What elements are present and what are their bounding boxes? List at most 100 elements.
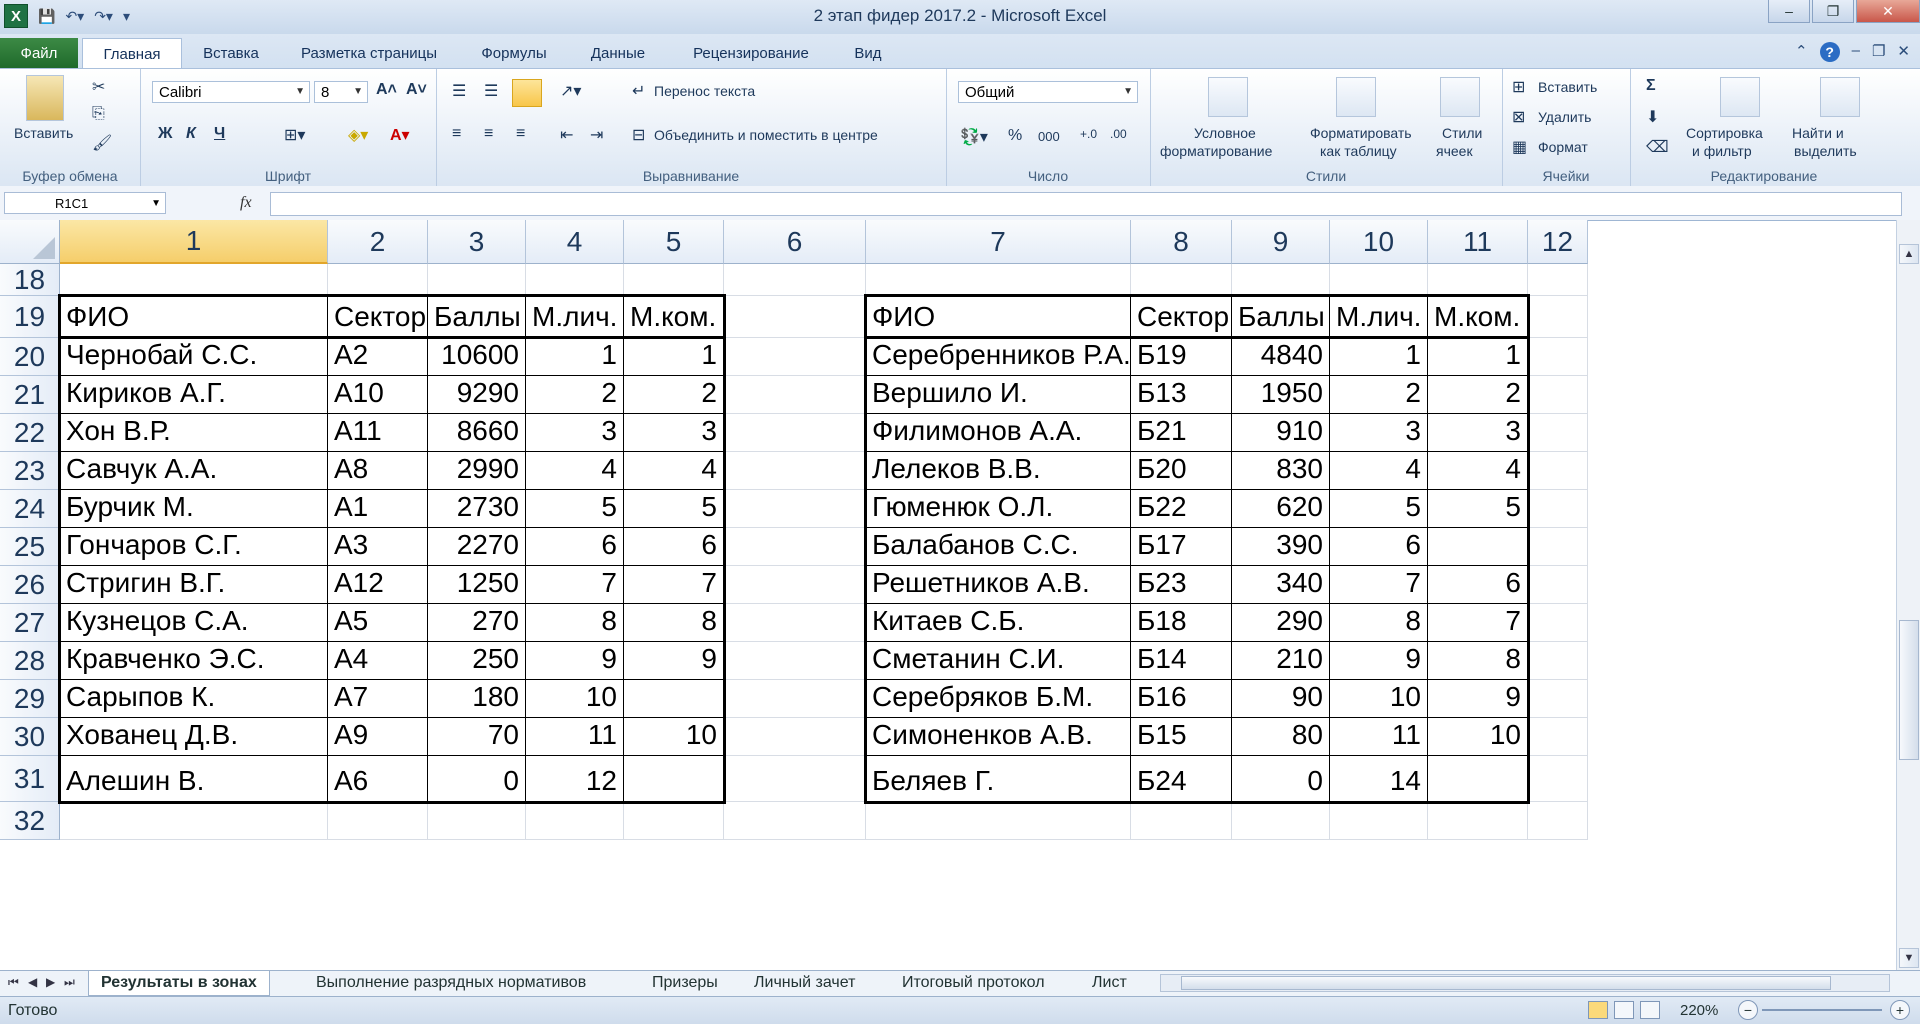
table-cell[interactable]: 10 bbox=[624, 718, 724, 756]
decrease-decimal-icon[interactable]: .00 bbox=[1110, 127, 1127, 141]
vertical-scrollbar[interactable]: ▲ ▼ bbox=[1896, 220, 1920, 970]
table-cell[interactable]: 1 bbox=[1428, 338, 1528, 376]
table-cell[interactable]: А10 bbox=[328, 376, 428, 414]
cell-styles-label2[interactable]: ячеек bbox=[1436, 143, 1473, 159]
cell[interactable] bbox=[428, 802, 526, 840]
table-header-cell[interactable]: Сектор bbox=[328, 296, 428, 338]
cell[interactable] bbox=[1232, 264, 1330, 296]
table-cell[interactable]: 3 bbox=[1428, 414, 1528, 452]
table-cell[interactable]: Кузнецов С.А. bbox=[60, 604, 328, 642]
increase-decimal-icon[interactable]: +.0 bbox=[1080, 127, 1097, 141]
table-cell[interactable]: Лелеков В.В. bbox=[866, 452, 1131, 490]
table-cell[interactable]: 210 bbox=[1232, 642, 1330, 680]
cell[interactable] bbox=[724, 452, 866, 490]
minimize-ribbon-icon[interactable]: ⌃ bbox=[1795, 42, 1808, 62]
table-header-cell[interactable]: ФИО bbox=[60, 296, 328, 338]
cell[interactable] bbox=[724, 604, 866, 642]
table-cell[interactable]: 8 bbox=[1428, 642, 1528, 680]
cell[interactable] bbox=[1528, 802, 1588, 840]
first-sheet-icon[interactable]: ⏮ bbox=[8, 975, 19, 990]
zoom-slider[interactable] bbox=[1762, 1009, 1882, 1011]
copy-icon[interactable]: ⎘ bbox=[92, 105, 105, 123]
column-header[interactable]: 2 bbox=[328, 220, 428, 264]
table-cell[interactable]: Алешин В. bbox=[60, 756, 328, 802]
table-cell[interactable]: 2730 bbox=[428, 490, 526, 528]
row-header[interactable]: 24 bbox=[0, 490, 60, 528]
table-cell[interactable]: Б19 bbox=[1131, 338, 1232, 376]
cell[interactable] bbox=[60, 264, 328, 296]
align-left-icon[interactable]: ≡ bbox=[452, 125, 461, 143]
table-header-cell[interactable]: М.лич. bbox=[1330, 296, 1428, 338]
find-select-label[interactable]: Найти и bbox=[1792, 125, 1844, 141]
table-cell[interactable]: 2 bbox=[624, 376, 724, 414]
table-header-cell[interactable]: ФИО bbox=[866, 296, 1131, 338]
table-cell[interactable]: 10 bbox=[1330, 680, 1428, 718]
table-cell[interactable]: Симоненков А.В. bbox=[866, 718, 1131, 756]
decrease-indent-icon[interactable]: ⇤ bbox=[560, 125, 573, 145]
cell[interactable] bbox=[1428, 264, 1528, 296]
merge-icon[interactable]: ⊟ bbox=[632, 125, 645, 145]
restore-button[interactable]: ❐ bbox=[1812, 0, 1854, 23]
table-cell[interactable]: 10 bbox=[1428, 718, 1528, 756]
table-cell[interactable]: А7 bbox=[328, 680, 428, 718]
insert-function-icon[interactable]: fx bbox=[240, 194, 252, 212]
name-box[interactable]: R1C1 ▼ bbox=[4, 192, 166, 214]
table-cell[interactable]: 80 bbox=[1232, 718, 1330, 756]
row-header[interactable]: 20 bbox=[0, 338, 60, 376]
conditional-formatting-icon[interactable] bbox=[1208, 77, 1248, 117]
table-cell[interactable]: 7 bbox=[1330, 566, 1428, 604]
table-cell[interactable]: 2 bbox=[526, 376, 624, 414]
table-cell[interactable]: 14 bbox=[1330, 756, 1428, 802]
table-cell[interactable]: Б16 bbox=[1131, 680, 1232, 718]
sheet-tab-winners[interactable]: Призеры bbox=[640, 971, 730, 995]
cell[interactable] bbox=[1428, 802, 1528, 840]
cell[interactable] bbox=[724, 756, 866, 802]
format-cells-icon[interactable]: ▦ bbox=[1512, 137, 1527, 157]
cell[interactable] bbox=[724, 802, 866, 840]
row-header[interactable]: 30 bbox=[0, 718, 60, 756]
table-cell[interactable]: 340 bbox=[1232, 566, 1330, 604]
table-cell[interactable]: 8660 bbox=[428, 414, 526, 452]
sort-filter-icon[interactable] bbox=[1720, 77, 1760, 117]
page-break-view-icon[interactable] bbox=[1640, 1001, 1660, 1019]
table-cell[interactable]: 7 bbox=[1428, 604, 1528, 642]
row-header[interactable]: 21 bbox=[0, 376, 60, 414]
align-bottom-icon[interactable] bbox=[512, 79, 542, 107]
table-cell[interactable]: 7 bbox=[624, 566, 724, 604]
shrink-font-icon[interactable]: A˅ bbox=[406, 81, 427, 99]
table-cell[interactable]: Б21 bbox=[1131, 414, 1232, 452]
column-header[interactable]: 4 bbox=[526, 220, 624, 264]
cell[interactable] bbox=[328, 802, 428, 840]
tab-page-layout[interactable]: Разметка страницы bbox=[284, 40, 454, 66]
doc-restore-icon[interactable]: ❐ bbox=[1872, 42, 1885, 62]
sheet-tab-norms[interactable]: Выполнение разрядных нормативов bbox=[304, 971, 598, 995]
table-cell[interactable]: Китаев С.Б. bbox=[866, 604, 1131, 642]
table-header-cell[interactable]: Сектор bbox=[1131, 296, 1232, 338]
table-header-cell[interactable]: М.лич. bbox=[526, 296, 624, 338]
align-middle-icon[interactable]: ☰ bbox=[484, 81, 498, 101]
table-cell[interactable]: 390 bbox=[1232, 528, 1330, 566]
align-center-icon[interactable]: ≡ bbox=[484, 125, 493, 143]
table-cell[interactable]: 4 bbox=[526, 452, 624, 490]
table-cell[interactable]: 2270 bbox=[428, 528, 526, 566]
fill-color-icon[interactable]: ◈▾ bbox=[348, 125, 368, 145]
table-cell[interactable]: Стригин В.Г. bbox=[60, 566, 328, 604]
table-cell[interactable]: 8 bbox=[526, 604, 624, 642]
cell-styles-icon[interactable] bbox=[1440, 77, 1480, 117]
cell[interactable] bbox=[1528, 756, 1588, 802]
table-cell[interactable]: А3 bbox=[328, 528, 428, 566]
cell[interactable] bbox=[724, 376, 866, 414]
next-sheet-icon[interactable]: ▶ bbox=[46, 975, 55, 989]
scroll-up-icon[interactable]: ▲ bbox=[1899, 244, 1919, 264]
table-cell[interactable]: 0 bbox=[428, 756, 526, 802]
row-header[interactable]: 22 bbox=[0, 414, 60, 452]
table-cell[interactable]: 4 bbox=[624, 452, 724, 490]
table-cell[interactable]: 3 bbox=[526, 414, 624, 452]
table-cell[interactable]: 6 bbox=[526, 528, 624, 566]
table-cell[interactable]: Сарыпов К. bbox=[60, 680, 328, 718]
row-header[interactable]: 32 bbox=[0, 802, 60, 840]
autosum-button[interactable]: Σ bbox=[1646, 77, 1656, 95]
table-cell[interactable]: Кравченко Э.С. bbox=[60, 642, 328, 680]
horizontal-scroll-thumb[interactable] bbox=[1181, 976, 1831, 990]
cell[interactable] bbox=[1528, 452, 1588, 490]
